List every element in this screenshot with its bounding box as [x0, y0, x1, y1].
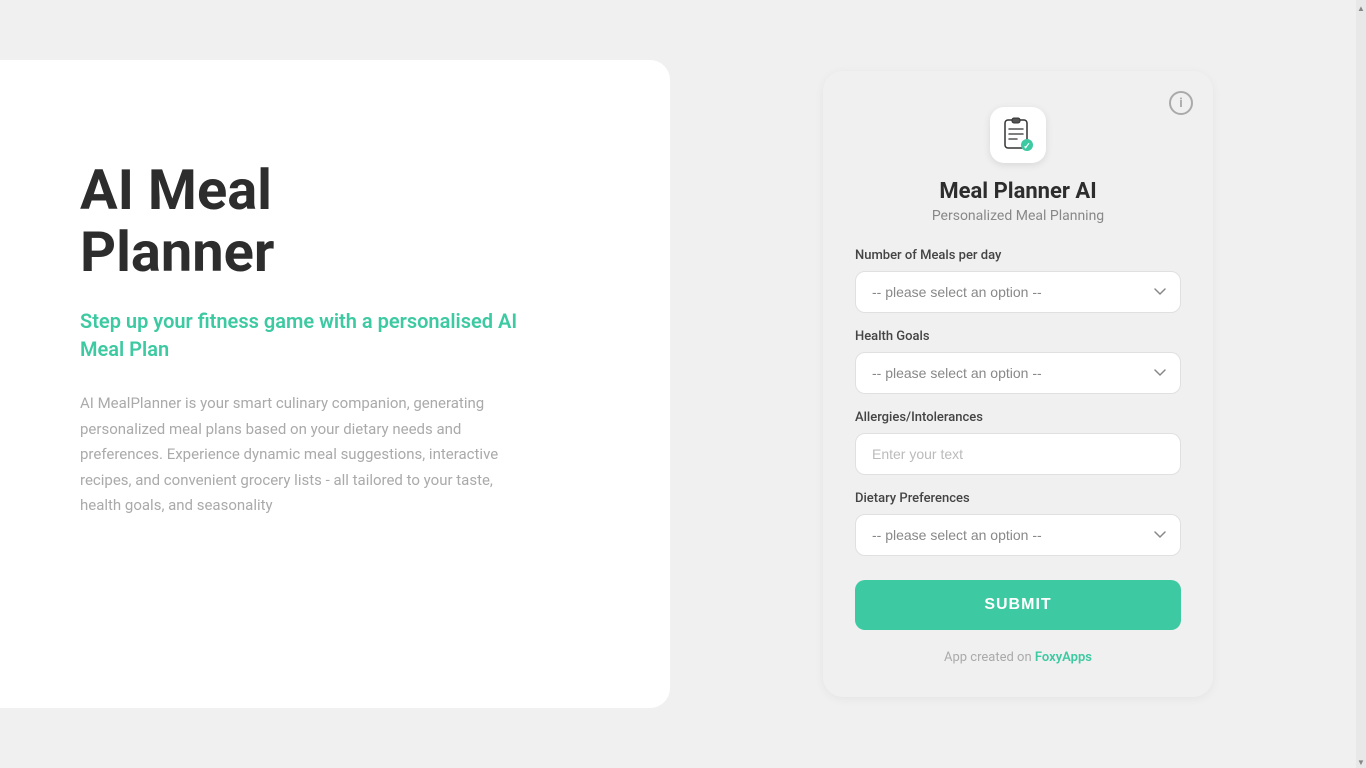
card-subtitle: Personalized Meal Planning [855, 208, 1181, 224]
dietary-preferences-group: Dietary Preferences -- please select an … [855, 491, 1181, 556]
allergies-label: Allergies/Intolerances [855, 410, 1181, 425]
info-icon[interactable]: i [1169, 91, 1193, 115]
page-wrapper: AI MealPlanner Step up your fitness game… [0, 0, 1366, 768]
dietary-preferences-label: Dietary Preferences [855, 491, 1181, 506]
allergies-group: Allergies/Intolerances [855, 410, 1181, 475]
allergies-input[interactable] [855, 433, 1181, 475]
main-title: AI MealPlanner [80, 160, 530, 283]
foxyapps-link[interactable]: FoxyApps [1035, 650, 1092, 665]
left-content: AI MealPlanner Step up your fitness game… [80, 160, 530, 519]
scrollbar-down-button[interactable]: ▼ [1356, 756, 1366, 768]
health-goals-select[interactable]: -- please select an option -- Weight Los… [855, 352, 1181, 394]
description: AI MealPlanner is your smart culinary co… [80, 391, 530, 519]
health-goals-group: Health Goals -- please select an option … [855, 329, 1181, 394]
footer-text: App created on FoxyApps [855, 650, 1181, 665]
svg-text:✓: ✓ [1023, 142, 1031, 152]
app-icon-wrapper: ✓ [855, 107, 1181, 163]
dietary-preferences-select[interactable]: -- please select an option -- Vegan Vege… [855, 514, 1181, 556]
meals-per-day-label: Number of Meals per day [855, 248, 1181, 263]
submit-button[interactable]: SUBMIT [855, 580, 1181, 630]
health-goals-label: Health Goals [855, 329, 1181, 344]
footer-static: App created on [944, 650, 1035, 665]
card-title: Meal Planner AI [855, 179, 1181, 204]
right-panel: i ✓ Meal Planner AI Personal [670, 0, 1366, 768]
meals-per-day-group: Number of Meals per day -- please select… [855, 248, 1181, 313]
subtitle: Step up your fitness game with a persona… [80, 307, 530, 363]
app-icon: ✓ [990, 107, 1046, 163]
scrollbar-track: ▲ ▼ [1356, 0, 1366, 768]
left-panel: AI MealPlanner Step up your fitness game… [0, 60, 670, 708]
form-card: i ✓ Meal Planner AI Personal [823, 71, 1213, 697]
meals-per-day-select[interactable]: -- please select an option -- 2 3 4 5 6 [855, 271, 1181, 313]
scrollbar-up-button[interactable]: ▲ [1356, 2, 1366, 14]
